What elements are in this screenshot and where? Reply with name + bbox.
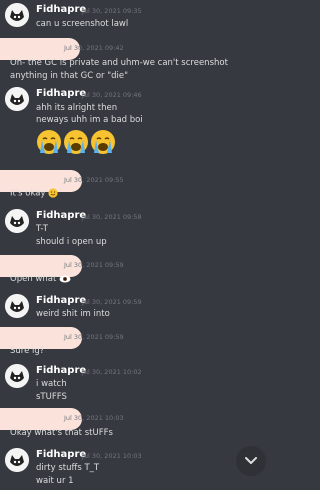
- message-text: T-T: [36, 224, 48, 234]
- message-text: Okay what's that stUFFs: [10, 428, 113, 438]
- message-timestamp: Jul 30, 2021 10:03: [82, 452, 142, 460]
- message-text: dirty stuffs T_T: [36, 463, 100, 473]
- message-text: Oh- the GC is private and uhm-we can't s…: [10, 58, 228, 68]
- avatar[interactable]: [5, 3, 29, 27]
- message-text: anything in that GC or "die": [10, 71, 129, 81]
- message-text: neways uhh im a bad boi: [36, 115, 143, 125]
- message-timestamp: Jul 30, 2021 10:02: [82, 368, 142, 376]
- message-text: can u screenshot lawl: [36, 19, 129, 29]
- message-author[interactable]: Fidhapre: [36, 88, 86, 99]
- avatar[interactable]: [5, 364, 29, 388]
- message-text: i watch: [36, 379, 67, 389]
- chat-log: Fidhapre Jul 30, 2021 09:35 can u screen…: [0, 0, 273, 490]
- message-timestamp: Jul 30, 2021 09:59: [64, 333, 124, 341]
- avatar-cat-icon: [5, 209, 29, 233]
- message-text: should i open up: [36, 237, 107, 247]
- avatar-cat-icon: [5, 87, 29, 111]
- message-author[interactable]: Fidhapre: [36, 295, 86, 306]
- message-timestamp: Jul 30, 2021 09:42: [64, 44, 124, 52]
- message-timestamp: Jul 30, 2021 10:03: [64, 414, 124, 422]
- message-author[interactable]: Fidhapre: [36, 210, 86, 221]
- crying-face-icon: [64, 130, 88, 154]
- message-author[interactable]: Fidhapre: [36, 365, 86, 376]
- avatar[interactable]: [5, 294, 29, 318]
- message-author[interactable]: Fidhapre: [36, 449, 86, 460]
- message-timestamp: Jul 30, 2021 09:55: [64, 176, 124, 184]
- avatar-cat-icon: [5, 294, 29, 318]
- message-timestamp: Jul 30, 2021 09:35: [82, 7, 142, 15]
- message-text: ahh its alright then: [36, 103, 118, 113]
- message-text: It's okay: [10, 188, 58, 199]
- avatar[interactable]: [5, 87, 29, 111]
- message-text: sTUFFS: [36, 392, 67, 402]
- chevron-down-icon: [245, 457, 257, 464]
- message-text: Sure ig?: [10, 346, 45, 356]
- message-author[interactable]: Fidhapre: [36, 4, 86, 15]
- crying-face-icon: [37, 130, 61, 154]
- smile-icon: [48, 188, 58, 198]
- avatar-cat-icon: [5, 364, 29, 388]
- eye-icon: [59, 275, 71, 282]
- message-timestamp: Jul 30, 2021 09:46: [82, 91, 142, 99]
- message-text: Open what: [10, 274, 71, 284]
- crying-face-icon: [91, 130, 115, 154]
- scroll-to-bottom-button[interactable]: [236, 446, 266, 476]
- message-text: weird shit im into: [36, 309, 110, 319]
- avatar[interactable]: [5, 209, 29, 233]
- message-text-value: Open what: [10, 274, 57, 284]
- message-timestamp: Jul 30, 2021 09:59: [64, 261, 124, 269]
- message-text-value: It's okay: [10, 188, 46, 199]
- avatar[interactable]: [5, 448, 29, 472]
- message-text: wait ur 1: [36, 476, 74, 486]
- avatar-cat-icon: [5, 3, 29, 27]
- avatar-cat-icon: [5, 448, 29, 472]
- message-timestamp: Jul 30, 2021 09:59: [82, 298, 142, 306]
- message-timestamp: Jul 30, 2021 09:58: [82, 213, 142, 221]
